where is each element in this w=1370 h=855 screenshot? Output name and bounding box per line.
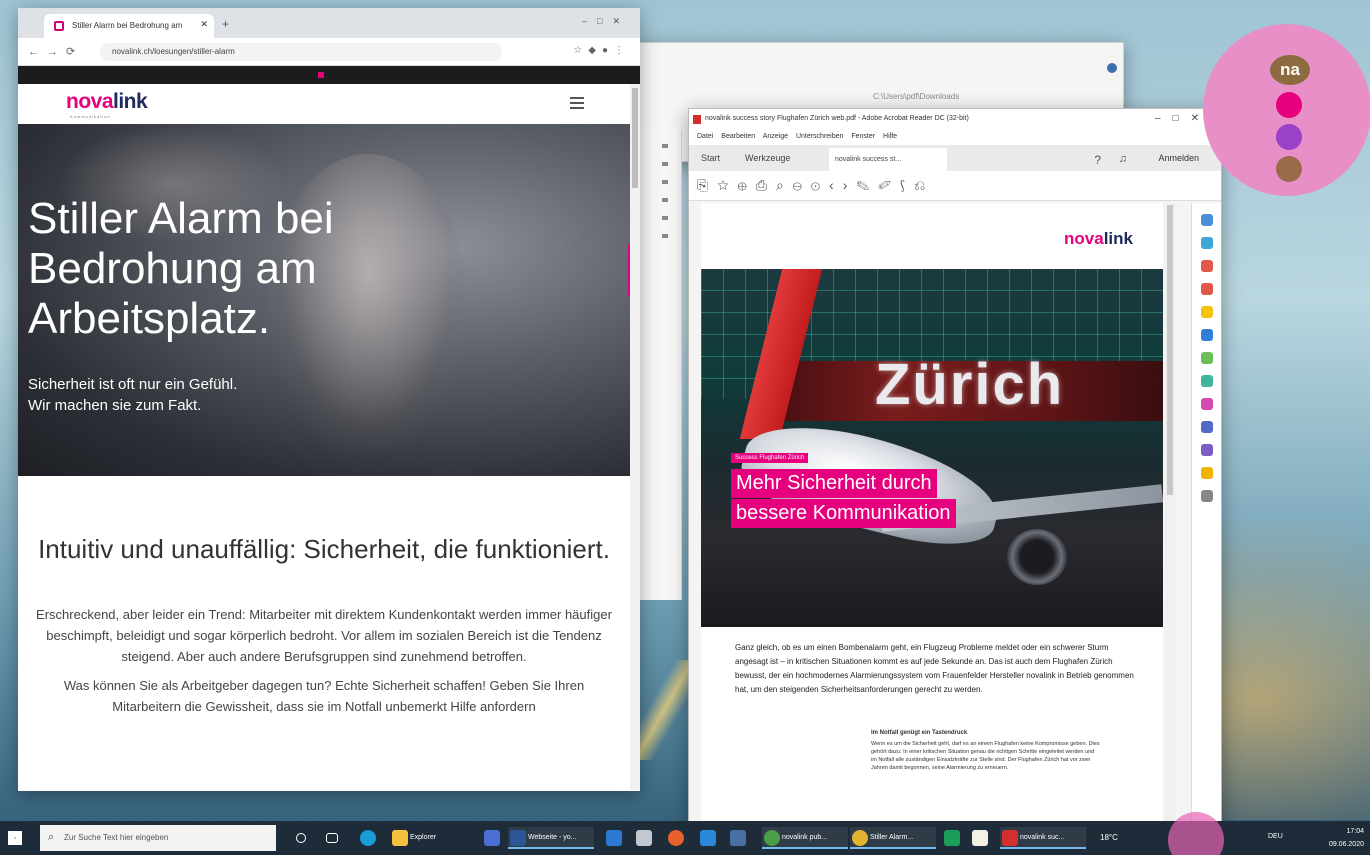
taskbar-search-input[interactable]: ⌕ Zur Suche Text hier eingeben [40,825,276,851]
hero-banner: Stiller Alarm bei Bedrohung am Arbeitspl… [18,124,640,476]
tool-icon[interactable] [1201,398,1213,410]
browser-window[interactable]: Stiller Alarm bei Bedrohung am ✕ + –□✕ ←… [18,8,640,791]
back-forward-reload-icons[interactable]: ←→⟳ [28,45,83,58]
word-icon[interactable] [606,830,622,846]
taskbar-item[interactable]: Stiller Alarm... [850,827,936,849]
notepad-icon[interactable] [972,830,988,846]
document-icon[interactable] [730,830,746,846]
language-indicator[interactable]: DEU [1268,833,1283,840]
logo-subtitle: Kommunikation [70,114,111,119]
tool-icon[interactable] [1201,214,1213,226]
taskbar-item[interactable]: novalink suc... [1000,827,1086,849]
pdf-window-title: novalink success story Flughafen Zürich … [705,115,969,122]
background-address-bar[interactable]: C:\Users\pdf\Downloads [867,88,1107,106]
tool-icon[interactable] [1201,444,1213,456]
site-logo[interactable]: novalink [66,90,148,114]
tool-icon[interactable] [1201,352,1213,364]
calculator-icon[interactable] [636,830,652,846]
search-icon[interactable] [1107,63,1117,73]
url-input[interactable]: novalink.ch/loesungen/stiller-alarm [100,43,502,61]
excel-icon[interactable] [944,830,960,846]
tab-tools[interactable]: Werkzeuge [745,153,790,163]
firefox-icon[interactable] [668,830,684,846]
tool-icon[interactable] [1201,421,1213,433]
tray-clock[interactable]: 17:04 09.06.2020 [1329,825,1364,851]
menu-icon[interactable] [570,97,584,109]
tool-icon[interactable] [1201,237,1213,249]
pdf-toolbar[interactable]: ⎘☆⊕⎙⌕⊖⊙‹›✎✐⟆⎌ [689,171,1221,201]
pdf-page: novalink Zürich Success Flughafen Zürich… [701,203,1163,827]
tool-icon[interactable] [1201,467,1213,479]
site-top-bar [18,66,640,84]
bell-icon[interactable]: ♫ [1119,153,1127,165]
pdf-tools-pane[interactable] [1191,203,1221,827]
pdf-column-text: Wenn es um die Sicherheit geht, darf es … [871,741,1100,771]
pdf-column-heading: Im Notfall genügt ein Tastendruck [871,730,968,736]
app-icon[interactable] [484,830,500,846]
edge-icon[interactable] [360,830,376,846]
window-controls[interactable]: –□✕ [582,16,630,27]
pdf-menubar[interactable]: Datei Bearbeiten Anzeige Unterschreiben … [689,129,1221,145]
pdf-kicker: Success Flughafen Zürich [731,453,809,463]
hero-title: Stiller Alarm bei Bedrohung am Arbeitspl… [28,194,334,343]
help-icon[interactable]: ? [1094,153,1101,167]
paragraph: Erschreckend, aber leider ein Trend: Mit… [36,607,612,664]
background-window-sidebar [636,130,682,600]
windows-start-icon[interactable] [8,831,22,845]
weather-tray[interactable]: 18°C [1100,833,1118,842]
extension-icons[interactable]: ☆◆●⋮ [573,45,630,56]
pdf-app-icon [693,115,701,124]
tab-title: Stiller Alarm bei Bedrohung am [72,21,183,30]
signin-button[interactable]: Anmelden [1158,153,1199,163]
pdf-cover-photo: Zürich [701,269,1163,627]
na-logo: na [1270,55,1310,85]
tool-icon[interactable] [1201,283,1213,295]
pdf-column: Im Notfall genügt ein Tastendruck Wenn e… [871,729,1101,772]
browser-tabbar: Stiller Alarm bei Bedrohung am ✕ + –□✕ [18,8,640,38]
pdf-logo: novalink [1064,229,1133,248]
cortana-icon[interactable] [296,833,306,843]
outlook-icon[interactable] [700,830,716,846]
tab-document[interactable]: novalink success st... [829,148,947,171]
tool-icon[interactable] [1201,490,1213,502]
new-tab-icon[interactable]: + [222,17,229,31]
tool-icon[interactable] [1201,260,1213,272]
magenta-dot-icon[interactable] [1276,92,1302,118]
task-view-icon[interactable] [326,833,338,843]
taskbar-explorer[interactable]: Explorer [390,827,472,849]
pdf-tabbar: Start Werkzeuge novalink success st... ?… [689,145,1221,171]
search-icon: ⌕ [48,831,55,843]
tab-start[interactable]: Start [701,153,720,163]
tool-icon[interactable] [1201,329,1213,341]
browser-tab[interactable]: Stiller Alarm bei Bedrohung am ✕ [44,14,214,38]
scrollbar[interactable] [630,84,640,790]
pdf-reader-window[interactable]: novalink success story Flughafen Zürich … [688,108,1222,828]
pdf-titlebar: novalink success story Flughafen Zürich … [689,109,1221,129]
page-content: Intuitiv und unauffällig: Sicherheit, di… [18,476,640,717]
site-header: novalink Kommunikation [18,84,640,124]
purple-dot-icon[interactable] [1276,124,1302,150]
pdf-body-text: Ganz gleich, ob es um einen Bombenalarm … [735,643,1134,694]
paragraph: Was können Sie als Arbeitgeber dagegen t… [63,678,585,714]
section-heading: Intuitiv und unauffällig: Sicherheit, di… [38,534,610,564]
chevron-down-icon[interactable] [318,72,324,78]
photo-sign-text: Zürich [875,352,1065,417]
background-window-toolbar [637,43,1123,87]
brown-dot-icon[interactable] [1276,156,1302,182]
scrollbar[interactable] [1165,203,1175,827]
favicon-icon [54,21,64,31]
pdf-headline: Mehr Sicherheit durch bessere Kommunikati… [731,469,1031,529]
address-bar-row: ←→⟳ novalink.ch/loesungen/stiller-alarm … [18,38,640,66]
tool-icon[interactable] [1201,306,1213,318]
close-icon[interactable]: ✕ [200,19,208,30]
tool-icon[interactable] [1201,375,1213,387]
hero-tagline: Sicherheit ist oft nur ein Gefühl. Wir m… [28,376,238,414]
taskbar-item[interactable]: novalink pub... [762,827,848,849]
taskbar: ⌕ Zur Suche Text hier eingeben Explorer … [0,821,1370,855]
taskbar-item[interactable]: Webseite - yo... [508,827,594,849]
